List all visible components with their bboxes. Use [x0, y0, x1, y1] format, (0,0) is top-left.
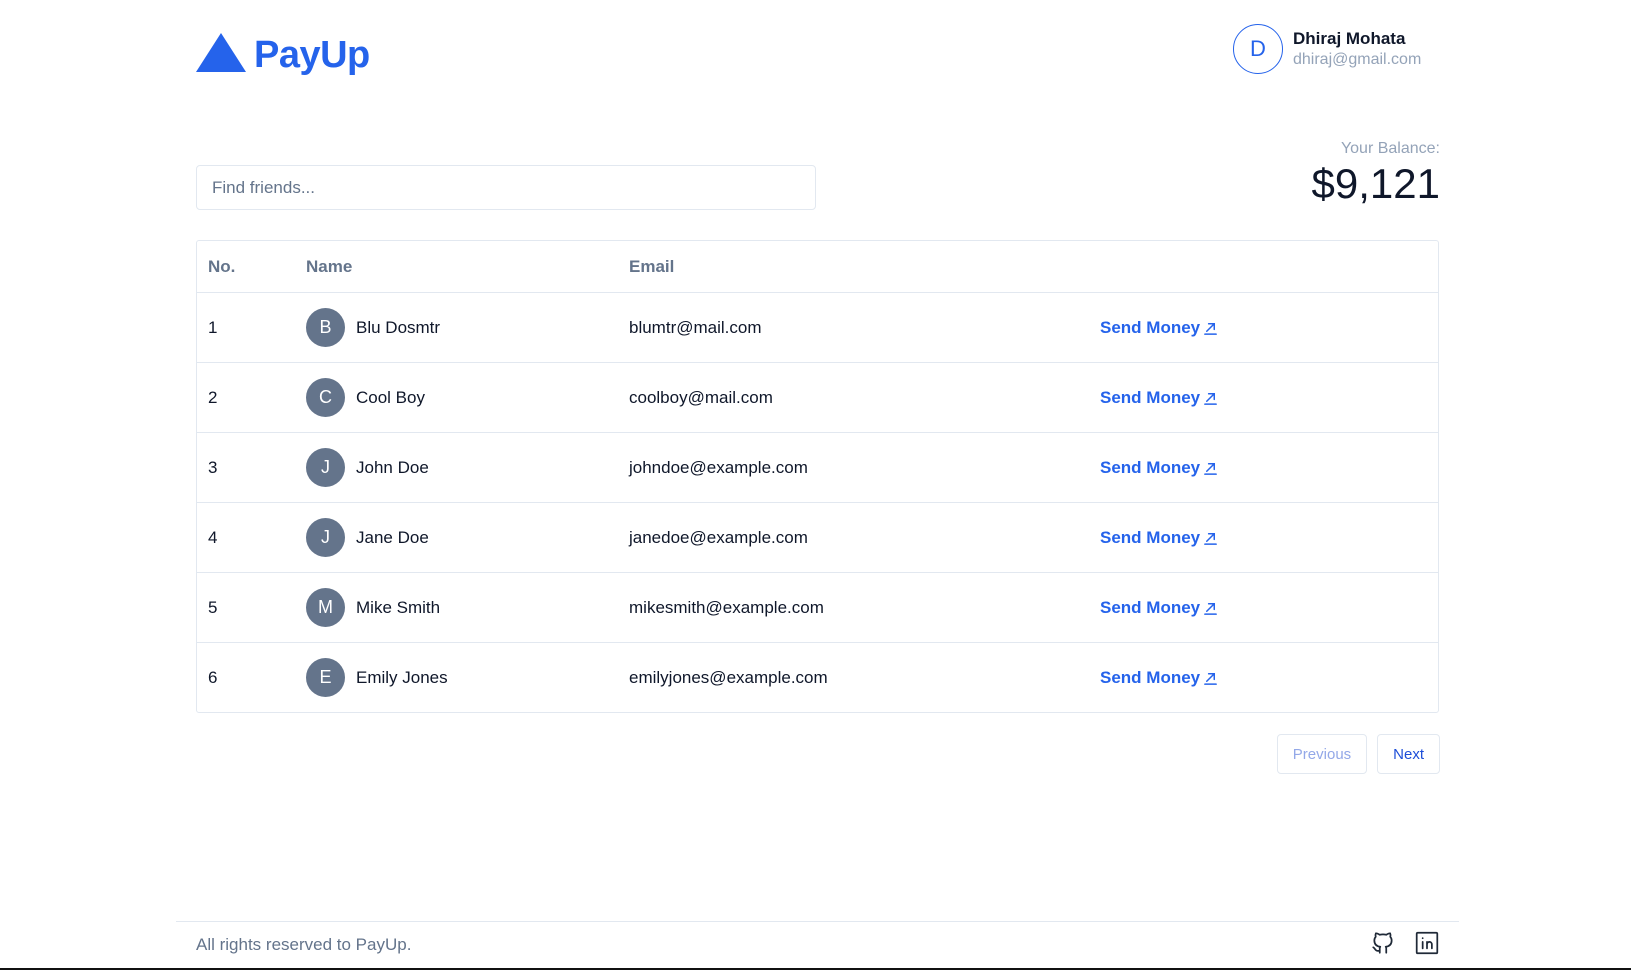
user-avatar: J: [306, 518, 345, 557]
send-money-label: Send Money: [1100, 317, 1201, 337]
user-email: coolboy@mail.com: [629, 387, 773, 407]
send-money-link[interactable]: Send Money: [1100, 528, 1218, 548]
send-money-link[interactable]: Send Money: [1100, 318, 1218, 338]
table-row: 4 J Jane Doe janedoe@example.com Send Money: [197, 502, 1438, 572]
send-money-link[interactable]: Send Money: [1100, 458, 1218, 478]
user-avatar: B: [306, 308, 345, 347]
github-icon[interactable]: [1370, 930, 1396, 961]
external-arrow-icon: [1203, 670, 1218, 685]
balance-label: Your Balance:: [1340, 140, 1440, 157]
user-email: emilyjones@example.com: [629, 667, 828, 687]
find-friends-input[interactable]: [196, 165, 816, 210]
external-arrow-icon: [1203, 320, 1218, 335]
send-money-label: Send Money: [1100, 597, 1201, 617]
send-money-cell: Send Money: [1100, 433, 1218, 502]
send-money-label: Send Money: [1100, 387, 1201, 407]
send-money-label: Send Money: [1100, 667, 1201, 687]
row-user: J John Doe: [306, 433, 429, 502]
user-avatar[interactable]: D: [1233, 24, 1283, 74]
users-table: No. Name Email 1 B Blu Dosmtr blumtr@mail.c…: [196, 240, 1439, 713]
external-arrow-icon: [1203, 460, 1218, 475]
row-number: 6: [208, 667, 218, 687]
row-number: 5: [208, 597, 218, 617]
row-number: 3: [208, 457, 218, 477]
pagination: Previous Next: [1276, 734, 1440, 774]
user-name: Jane Doe: [356, 527, 429, 547]
table-row: 2 C Cool Boy coolboy@mail.com Send Money: [197, 362, 1438, 432]
row-user: B Blu Dosmtr: [306, 293, 440, 362]
column-header-email: Email: [629, 256, 675, 276]
brand-logo[interactable]: PayUp: [196, 30, 370, 74]
user-email: blumtr@mail.com: [629, 317, 762, 337]
user-name: Dhiraj Mohata: [1293, 29, 1406, 49]
user-name: Blu Dosmtr: [356, 317, 441, 337]
send-money-cell: Send Money: [1100, 293, 1218, 362]
user-avatar: M: [306, 588, 345, 627]
table-row: 5 M Mike Smith mikesmith@example.com Send Mo…: [197, 572, 1438, 642]
send-money-cell: Send Money: [1100, 643, 1218, 712]
external-arrow-icon: [1203, 530, 1218, 545]
row-user: C Cool Boy: [306, 363, 425, 432]
logo-triangle-icon: [196, 32, 246, 72]
column-header-no: No.: [208, 256, 236, 276]
user-info: Dhiraj Mohata dhiraj@gmail.com: [1293, 29, 1421, 69]
row-number: 2: [208, 387, 218, 407]
table-body: 1 B Blu Dosmtr blumtr@mail.com Send Money 2 C C…: [197, 292, 1438, 712]
table-header-row: No. Name Email: [197, 241, 1438, 292]
send-money-link[interactable]: Send Money: [1100, 598, 1218, 618]
user-name: John Doe: [356, 457, 429, 477]
footer-divider: [176, 921, 1459, 922]
send-money-cell: Send Money: [1100, 363, 1218, 432]
external-arrow-icon: [1203, 600, 1218, 615]
send-money-link[interactable]: Send Money: [1100, 668, 1218, 688]
footer-social-links: [1370, 930, 1440, 961]
send-money-label: Send Money: [1100, 527, 1201, 547]
user-name: Cool Boy: [356, 387, 425, 407]
table-row: 1 B Blu Dosmtr blumtr@mail.com Send Money: [197, 292, 1438, 362]
row-number: 1: [208, 317, 218, 337]
user-email: mikesmith@example.com: [629, 597, 824, 617]
user-profile[interactable]: D Dhiraj Mohata dhiraj@gmail.com: [1233, 24, 1421, 74]
linkedin-icon[interactable]: [1414, 930, 1440, 961]
next-button[interactable]: Next: [1377, 734, 1440, 774]
user-email: janedoe@example.com: [629, 527, 808, 547]
table-row: 6 E Emily Jones emilyjones@example.com Send …: [197, 642, 1438, 712]
footer-copyright: All rights reserved to PayUp.: [196, 935, 412, 954]
user-name: Emily Jones: [356, 667, 448, 687]
row-user: E Emily Jones: [306, 643, 448, 712]
user-avatar: C: [306, 378, 345, 417]
user-avatar: J: [306, 448, 345, 487]
send-money-link[interactable]: Send Money: [1100, 388, 1218, 408]
send-money-cell: Send Money: [1100, 503, 1218, 572]
table-row: 3 J John Doe johndoe@example.com Send Money: [197, 432, 1438, 502]
previous-button[interactable]: Previous: [1276, 734, 1368, 774]
row-user: M Mike Smith: [306, 573, 440, 642]
brand-name: PayUp: [254, 34, 370, 76]
page: PayUp D Dhiraj Mohata dhiraj@gmail.com Y…: [0, 0, 1631, 970]
column-header-name: Name: [306, 256, 353, 276]
row-number: 4: [208, 527, 218, 547]
external-arrow-icon: [1203, 390, 1218, 405]
user-avatar: E: [306, 658, 345, 697]
user-name: Mike Smith: [356, 597, 441, 617]
balance-panel: Your Balance: $9,121: [1312, 140, 1440, 208]
user-email: johndoe@example.com: [629, 457, 808, 477]
send-money-label: Send Money: [1100, 457, 1201, 477]
row-user: J Jane Doe: [306, 503, 429, 572]
user-email: dhiraj@gmail.com: [1293, 50, 1422, 68]
send-money-cell: Send Money: [1100, 573, 1218, 642]
balance-value: $9,121: [1311, 160, 1440, 207]
